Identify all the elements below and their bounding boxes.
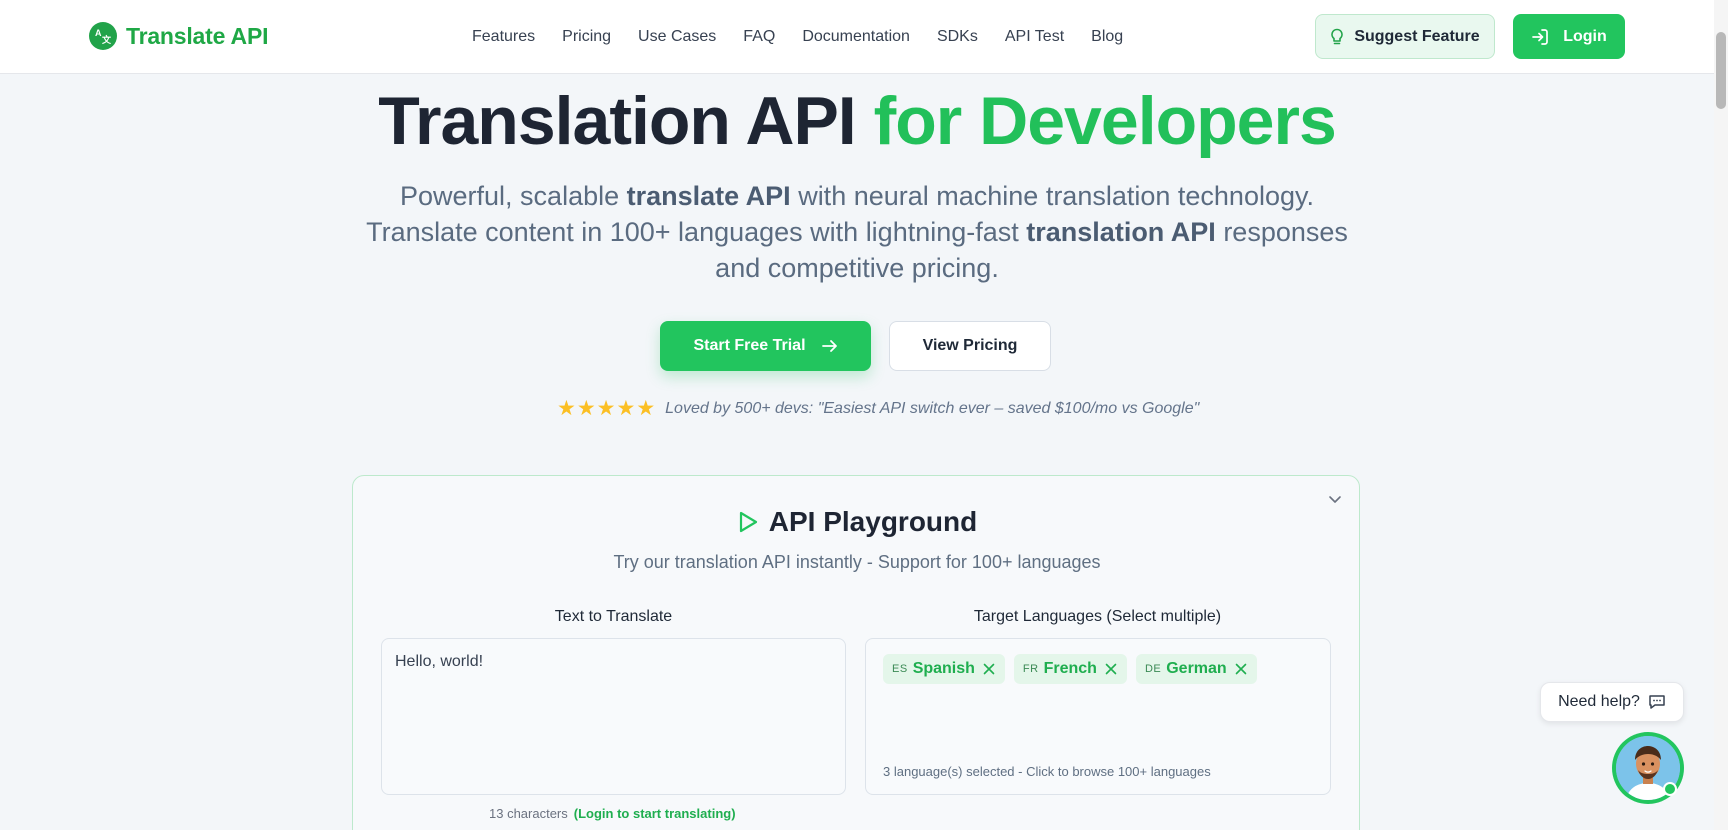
translate-logo-icon: A 文 [89,22,117,50]
nav-link-blog[interactable]: Blog [1091,28,1123,46]
playground-title-text: API Playground [768,506,978,537]
scrollbar-track[interactable] [1714,0,1728,830]
need-help-label: Need help? [1558,693,1640,710]
online-status-dot [1663,782,1677,796]
start-free-trial-label: Start Free Trial [693,337,806,354]
svg-text:A: A [95,28,102,38]
playground-subtitle: Try our translation API instantly - Supp… [613,552,1101,572]
hero-sub-bold: translation API [1026,217,1216,247]
hero-title: Translation API for Developers [0,82,1714,160]
star-rating: ★ ★ ★ ★ ★ [557,398,655,420]
hero-subtitle: Powerful, scalable translate API with ne… [357,178,1357,286]
text-to-translate-input[interactable]: Hello, world! [381,638,846,795]
target-languages-label: Target Languages (Select multiple) [973,608,1222,625]
nav-link-sdks[interactable]: SDKs [937,28,978,46]
hero-title-accent: for Developers [873,83,1337,159]
view-pricing-label: View Pricing [922,337,1018,354]
lightbulb-icon [1331,28,1344,44]
hero-title-main: Translation API [378,83,874,159]
play-icon [739,511,757,533]
scrollbar-thumb[interactable] [1716,32,1726,109]
chat-icon [1649,695,1665,709]
hero-sub-bold: translate API [626,181,791,211]
nav-links: Features Pricing Use Cases FAQ Documenta… [472,28,1123,46]
login-icon [1532,28,1549,45]
character-count: 13 characters (Login to start translating… [489,806,736,821]
login-button[interactable]: Login [1513,14,1625,59]
testimonial-rating: ★ ★ ★ ★ ★ Loved by 500+ devs: "Easiest A… [557,398,1199,420]
nav-link-faq[interactable]: FAQ [743,28,775,46]
suggest-feature-label: Suggest Feature [1354,27,1480,45]
top-navbar: A 文 Translate API Features Pricing Use C… [0,0,1714,74]
login-to-translate-link[interactable]: (Login to start translating) [574,806,736,821]
character-count-text: 13 characters [489,806,568,821]
nav-link-api-test[interactable]: API Test [1005,28,1064,46]
star-icon: ★ [636,397,656,420]
nav-link-documentation[interactable]: Documentation [802,28,910,46]
language-chips: ES Spanish FR French DE German [883,654,1257,684]
star-icon: ★ [616,397,636,420]
language-code: DE [1144,663,1162,675]
language-chip-german[interactable]: DE German [1135,654,1257,684]
arrow-right-icon [821,340,837,352]
target-languages-selector[interactable]: ES Spanish FR French DE German 3 languag… [865,638,1331,795]
playground-title: API Playground [0,506,1714,538]
need-help-bubble[interactable]: Need help? [1540,682,1684,722]
close-icon[interactable] [1235,663,1247,675]
nav-link-pricing[interactable]: Pricing [562,28,611,46]
suggest-feature-button[interactable]: Suggest Feature [1315,14,1495,59]
logo[interactable]: A 文 Translate API [89,22,268,50]
star-icon: ★ [596,397,616,420]
language-name: French [1043,660,1097,677]
start-free-trial-button[interactable]: Start Free Trial [660,321,871,371]
language-code: ES [892,663,908,675]
logo-text: Translate API [126,22,269,49]
text-to-translate-label: Text to Translate [554,608,673,625]
svg-text:文: 文 [101,34,112,45]
close-icon[interactable] [983,663,995,675]
star-icon: ★ [576,397,596,420]
testimonial-quote: Loved by 500+ devs: "Easiest API switch … [665,400,1200,417]
login-label: Login [1563,27,1607,45]
star-icon: ★ [557,397,576,420]
nav-link-features[interactable]: Features [472,28,535,46]
nav-link-use-cases[interactable]: Use Cases [638,28,716,46]
hero-sub-part: Powerful, scalable [400,181,627,211]
languages-selected-hint: 3 language(s) selected - Click to browse… [883,764,1211,779]
language-name: Spanish [912,660,975,677]
close-icon[interactable] [1105,663,1117,675]
language-chip-spanish[interactable]: ES Spanish [883,654,1005,684]
language-chip-french[interactable]: FR French [1013,654,1127,684]
language-code: FR [1022,663,1039,675]
language-name: German [1166,660,1227,677]
view-pricing-button[interactable]: View Pricing [889,321,1051,371]
